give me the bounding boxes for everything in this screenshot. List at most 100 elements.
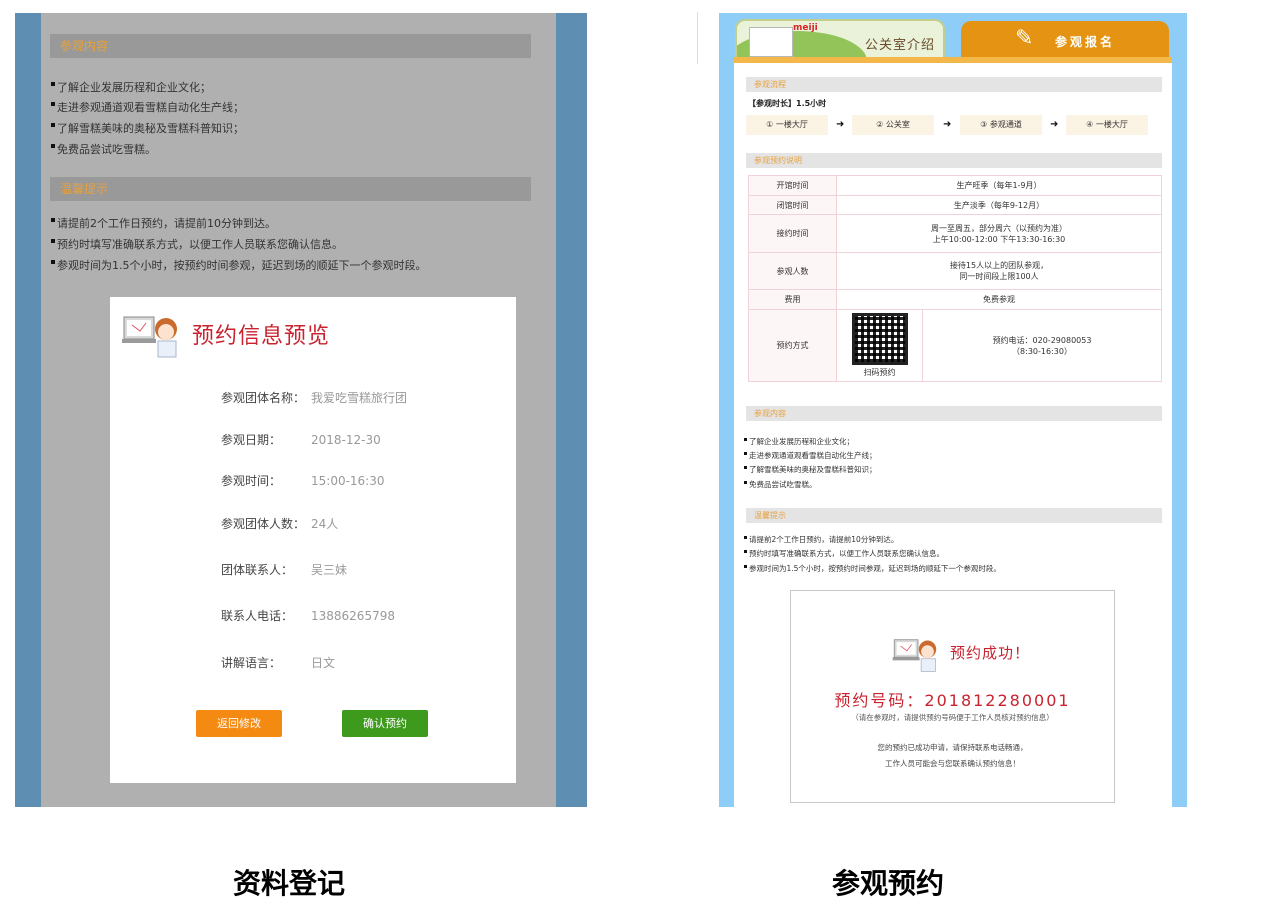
list-item: 参观时间为1.5个小时，按预约时间参观，延迟到场的顺延下一个参观时段。 [744, 563, 1001, 574]
field-language: 讲解语言： 日文 [221, 654, 335, 671]
mascot-laptop-icon [122, 316, 177, 358]
register-page: 参观内容 了解企业发展历程和企业文化； 走进参观通道观看雪糕自动化生产线； 了解… [41, 13, 556, 807]
list-item: 了解雪糕美味的奥秘及雪糕科普知识； [51, 120, 244, 136]
field-label: 联系人电话： [221, 609, 294, 623]
booking-hours: （8:30-16:30） [1012, 346, 1072, 356]
brand-logo: meiji [793, 23, 818, 33]
table-key: 开馆时间 [748, 175, 837, 196]
section-header-content: 参观内容 [50, 34, 531, 58]
table-value: 接待15人以上的团队参观， 同一时间段上限100人 [836, 252, 1162, 290]
table-value: 周一至周五，部分周六（以预约为准） 上午10:00-12:00 下午13:30-… [836, 214, 1162, 253]
table-value: 免费参观 [836, 289, 1162, 310]
success-box: 预约成功！ 预约号码：201812280001 （请在参观时，请提供预约号码便于… [790, 590, 1115, 803]
qr-caption: 扫码预约 [863, 368, 896, 377]
list-item: 走进参观通道观看雪糕自动化生产线； [744, 450, 877, 461]
field-date: 参观日期： 2018-12-30 [221, 431, 381, 448]
tab-signup[interactable]: ✎ 参观报名 [961, 21, 1169, 61]
table-key: 接约时间 [748, 214, 837, 253]
table-key: 闭馆时间 [748, 195, 837, 215]
booking-page: 参观流程 【参观时长】1.5小时 ① 一楼大厅 ➜ ② 公关室 ➜ ③ 参观通道… [734, 63, 1172, 807]
back-edit-button[interactable]: 返回修改 [196, 710, 282, 737]
booking-code-hint: （请在参观时，请提供预约号码便于工作人员核对预约信息） [851, 713, 1054, 722]
table-row: 预约方式 扫码预约 预约电话：020-29080053 （8:30-16:30） [748, 309, 1162, 382]
section-header-tips: 温馨提示 [746, 508, 1162, 523]
field-group-name: 参观团体名称： 我爱吃雪糕旅行团 [221, 389, 407, 406]
field-time: 参观时间： 15:00-16:30 [221, 472, 385, 489]
field-label: 参观团体人数： [221, 517, 306, 531]
field-contact: 团体联系人： 吴三妹 [221, 561, 347, 578]
field-value: 24人 [311, 517, 339, 531]
field-value: 日文 [311, 656, 336, 670]
success-message: 您的预约已成功申请，请保持联系电话畅通， [877, 743, 1028, 752]
caption-right: 参观预约 [832, 867, 945, 900]
field-value: 吴三妹 [311, 563, 348, 577]
list-item: 预约时填写准确联系方式，以便工作人员联系您确认信息。 [744, 548, 944, 559]
list-item: 请提前2个工作日预约，请提前10分钟到达。 [51, 215, 276, 231]
building-icon [749, 27, 793, 57]
field-group-size: 参观团体人数： 24人 [221, 515, 338, 532]
list-item: 请提前2个工作日预约，请提前10分钟到达。 [744, 534, 898, 545]
table-value-line: 上午10:00-12:00 下午13:30-16:30 [932, 234, 1066, 244]
tab-intro[interactable]: meiji 公关室介绍 [735, 19, 945, 61]
field-label: 参观时间： [221, 474, 282, 488]
modal-title: 预约信息预览 [192, 324, 331, 349]
section-header-content: 参观内容 [746, 406, 1162, 421]
table-value-line: 接待15人以上的团队参观， [949, 261, 1049, 270]
field-label: 团体联系人： [221, 563, 294, 577]
field-value: 13886265798 [311, 609, 395, 623]
step-1: ① 一楼大厅 [746, 115, 828, 135]
list-item: 了解企业发展历程和企业文化； [51, 79, 211, 95]
list-item: 走进参观通道观看雪糕自动化生产线； [51, 99, 244, 115]
register-screen: 参观内容 了解企业发展历程和企业文化； 走进参观通道观看雪糕自动化生产线； 了解… [15, 13, 587, 807]
tab-intro-label: 公关室介绍 [865, 38, 936, 53]
success-title: 预约成功！ [950, 644, 1031, 662]
caption-left: 资料登记 [233, 867, 346, 900]
table-row: 费用 免费参观 [748, 289, 1162, 310]
document-pen-icon: ✎ [1015, 26, 1034, 51]
arrow-icon: ➜ [943, 119, 952, 130]
booking-screen: meiji 公关室介绍 ✎ 参观报名 参观流程 【参观时长】1.5小时 ① 一楼… [719, 13, 1187, 807]
mascot-laptop-icon [892, 639, 937, 672]
booking-info-table: 开馆时间 生产旺季（每年1-9月） 闭馆时间 生产淡季（每年9-12月） 接约时… [748, 175, 1162, 382]
divider [697, 12, 698, 64]
field-phone: 联系人电话： 13886265798 [221, 607, 395, 624]
qr-code-icon[interactable] [851, 313, 908, 365]
section-header-notes: 参观预约说明 [746, 153, 1162, 168]
confirm-booking-button[interactable]: 确认预约 [342, 710, 428, 737]
field-label: 参观日期： [221, 433, 282, 447]
booking-phone: 预约电话：020-29080053 [992, 335, 1092, 345]
table-value: 预约电话：020-29080053 （8:30-16:30） [922, 309, 1162, 382]
table-value: 生产淡季（每年9-12月） [836, 195, 1162, 215]
field-value: 15:00-16:30 [311, 474, 385, 488]
table-key: 费用 [748, 289, 837, 310]
table-value-line: 周一至周五，部分周六（以预约为准） [931, 223, 1067, 233]
table-key: 参观人数 [748, 252, 837, 290]
field-label: 讲解语言： [221, 656, 282, 670]
table-row: 闭馆时间 生产淡季（每年9-12月） [748, 195, 1162, 215]
duration-text: 【参观时长】1.5小时 [748, 99, 827, 108]
table-value-line: 同一时间段上限100人 [959, 272, 1039, 281]
section-header-tips: 温馨提示 [50, 177, 531, 201]
step-2: ② 公关室 [852, 115, 934, 135]
booking-code: 预约号码：201812280001 [834, 691, 1071, 710]
arrow-icon: ➜ [836, 119, 845, 130]
field-value: 2018-12-30 [311, 433, 381, 447]
table-row: 开馆时间 生产旺季（每年1-9月） [748, 175, 1162, 196]
field-value: 我爱吃雪糕旅行团 [311, 391, 408, 405]
qr-cell: 扫码预约 [836, 309, 923, 382]
table-row: 接约时间 周一至周五，部分周六（以预约为准） 上午10:00-12:00 下午1… [748, 214, 1162, 253]
field-label: 参观团体名称： [221, 391, 306, 405]
list-item: 免费品尝试吃雪糕。 [51, 141, 156, 157]
preview-modal: 预约信息预览 参观团体名称： 我爱吃雪糕旅行团 参观日期： 2018-12-30 参… [110, 297, 516, 783]
table-value: 生产旺季（每年1-9月） [836, 175, 1162, 196]
section-header-flow: 参观流程 [746, 77, 1162, 92]
list-item: 预约时填写准确联系方式，以便工作人员联系您确认信息。 [51, 236, 343, 252]
tab-signup-label: 参观报名 [1055, 35, 1116, 49]
list-item: 参观时间为1.5个小时，按预约时间参观，延迟到场的顺延下一个参观时段。 [51, 257, 427, 273]
list-item: 了解企业发展历程和企业文化； [744, 436, 854, 447]
table-key: 预约方式 [748, 309, 837, 382]
arrow-icon: ➜ [1050, 119, 1059, 130]
list-item: 了解雪糕美味的奥秘及雪糕科普知识； [744, 464, 877, 475]
success-message: 工作人员可能会与您联系确认预约信息！ [885, 759, 1020, 768]
step-4: ④ 一楼大厅 [1066, 115, 1148, 135]
